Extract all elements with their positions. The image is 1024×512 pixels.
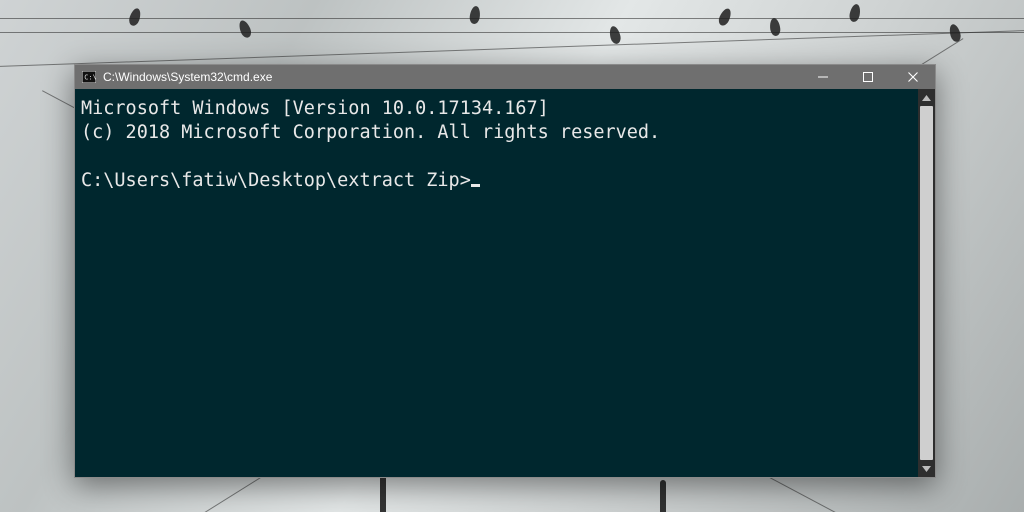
- window-client-area: Microsoft Windows [Version 10.0.17134.16…: [75, 89, 935, 477]
- desktop-wallpaper: C:\ C:\Windows\System32\cmd.exe Microsof…: [0, 0, 1024, 512]
- minimize-icon: [818, 72, 828, 82]
- vertical-scrollbar[interactable]: [918, 89, 935, 477]
- scrollbar-down-arrow-icon[interactable]: [918, 460, 935, 477]
- maximize-button[interactable]: [845, 65, 890, 89]
- window-titlebar[interactable]: C:\ C:\Windows\System32\cmd.exe: [75, 65, 935, 89]
- terminal-prompt: C:\Users\fatiw\Desktop\extract Zip>: [81, 170, 471, 191]
- maximize-icon: [863, 72, 873, 82]
- cmd-icon: C:\: [81, 69, 97, 85]
- close-icon: [908, 72, 918, 82]
- cmd-window: C:\ C:\Windows\System32\cmd.exe Microsof…: [74, 64, 936, 478]
- close-button[interactable]: [890, 65, 935, 89]
- terminal-line: (c) 2018 Microsoft Corporation. All righ…: [81, 122, 660, 143]
- terminal-line: Microsoft Windows [Version 10.0.17134.16…: [81, 98, 549, 119]
- terminal-output[interactable]: Microsoft Windows [Version 10.0.17134.16…: [75, 89, 918, 477]
- svg-text:C:\: C:\: [84, 74, 96, 82]
- minimize-button[interactable]: [800, 65, 845, 89]
- scrollbar-up-arrow-icon[interactable]: [918, 89, 935, 106]
- window-title: C:\Windows\System32\cmd.exe: [103, 70, 272, 84]
- scrollbar-thumb[interactable]: [920, 106, 933, 460]
- terminal-cursor: [471, 184, 480, 187]
